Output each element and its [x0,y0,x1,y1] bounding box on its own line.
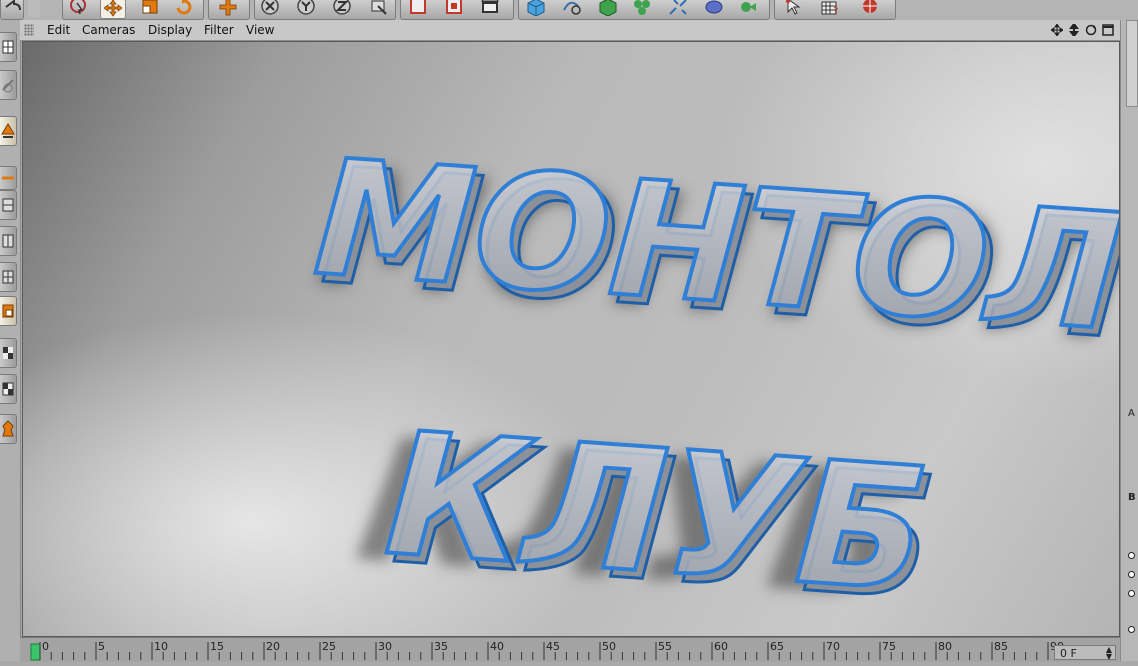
timeline[interactable]: 051015202530354045505560657075808590 0 F… [20,637,1120,662]
timeline-tick-label: 80 [938,640,952,653]
edges-mode-icon[interactable] [0,166,17,190]
polygons-mode-icon[interactable] [0,190,17,220]
workplane-icon[interactable] [0,296,17,326]
nurbs-subdivision-icon[interactable] [596,0,620,17]
render-view-icon[interactable] [406,0,430,17]
snap-checker-icon[interactable] [0,374,17,404]
sculpt-figure-icon[interactable] [0,414,17,444]
menu-cameras[interactable]: Cameras [82,23,135,37]
x-axis-lock-icon[interactable] [258,0,282,17]
light-camera-icon[interactable] [736,0,760,17]
frame-stepper-icon[interactable]: ▲ ▼ [1106,646,1112,661]
timeline-tick-label: 15 [210,640,224,653]
menu-display[interactable]: Display [148,23,192,37]
timeline-tick-label: 50 [602,640,616,653]
rotate-icon[interactable] [172,0,196,17]
spline-pen-icon[interactable] [560,0,584,17]
timeline-ruler[interactable]: 051015202530354045505560657075808590 [28,638,1070,662]
3d-text: МОНТОЛ КЛУБ [307,122,1119,633]
selection-arrow-icon[interactable] [782,0,806,17]
timeline-tick-label: 30 [378,640,392,653]
current-frame-value: 0 F [1060,647,1077,660]
maximize-view-icon[interactable] [1101,23,1114,36]
attributes-tab-label[interactable]: A [1128,408,1135,419]
z-axis-lock-icon[interactable] [330,0,354,17]
timeline-tick-label: 35 [434,640,448,653]
timeline-tick-label: 60 [714,640,728,653]
right-panel-scrollbar[interactable] [1126,20,1138,107]
3d-viewport[interactable]: МОНТОЛ КЛУБ МОНТОЛ КЛУБ МОНТОЛ КЛУБ [22,41,1120,637]
model-mode-icon[interactable] [0,32,17,62]
menu-edit[interactable]: Edit [47,23,70,37]
viewport-menubar: Edit Cameras Display Filter View [20,20,1120,41]
checker-texture-icon[interactable] [0,338,17,368]
texture-grid-icon[interactable]: ? [818,0,842,17]
timeline-tick-label: 0 [42,640,49,653]
basic-tab-label[interactable]: B [1128,492,1136,503]
render-picture-queue-icon[interactable] [442,0,466,17]
timeline-tick-label: 55 [658,640,672,653]
timeline-tick-label: 70 [826,640,840,653]
scene-environment-icon[interactable] [702,0,726,17]
help-globe-icon[interactable] [858,0,882,17]
add-object-icon[interactable] [216,0,240,17]
y-axis-lock-icon[interactable] [294,0,318,17]
radio-option-2[interactable] [1128,571,1135,578]
left-toolbar [0,20,21,661]
undo-icon[interactable] [0,0,24,17]
scale-icon[interactable] [138,0,162,17]
timeline-ticks: 051015202530354045505560657075808590 [30,640,1064,661]
scene-render: МОНТОЛ КЛУБ МОНТОЛ КЛУБ МОНТОЛ КЛУБ [307,122,1119,636]
points-mode-icon[interactable] [0,116,17,146]
text-line1-montol: МОНТОЛ [309,124,1119,367]
current-frame-field[interactable]: 0 F ▲ ▼ [1054,645,1116,661]
object-axis-icon[interactable] [0,262,17,292]
radio-option-3[interactable] [1128,590,1135,597]
timeline-tick-label: 40 [490,640,504,653]
timeline-tick-label: 20 [266,640,280,653]
viewport-grip-handle[interactable] [24,24,34,36]
texture-mode-icon[interactable] [0,70,17,100]
timeline-tick-label: 25 [322,640,336,653]
radio-option-4[interactable] [1128,626,1135,633]
main-toolbar: ? [0,0,1138,21]
deformer-icon[interactable] [666,0,690,17]
timeline-tick-label: 10 [154,640,168,653]
text-line2-klub: КЛУБ [380,396,933,631]
viewport-nav-tools [1050,23,1114,36]
pan-view-icon[interactable] [1050,23,1063,36]
right-panel: A B [1120,20,1138,661]
live-selection-icon[interactable] [66,0,90,17]
timeline-tick-label: 75 [882,640,896,653]
axis-mode-icon[interactable] [0,226,17,256]
array-cloner-icon[interactable] [630,0,654,17]
zoom-view-icon[interactable] [1067,23,1080,36]
timeline-tick-label: 85 [994,640,1008,653]
timeline-tick-label: 65 [770,640,784,653]
coordinate-system-icon[interactable] [366,0,390,17]
toolbar-separator [28,0,40,17]
menu-view[interactable]: View [246,23,274,37]
move-icon[interactable] [100,0,126,19]
timeline-tick-label: 45 [546,640,560,653]
edit-render-settings-icon[interactable] [478,0,502,17]
cube-object-icon[interactable] [524,0,548,17]
current-frame-marker[interactable] [30,643,41,661]
timeline-tick-label: 5 [98,640,105,653]
menu-filter[interactable]: Filter [204,23,234,37]
rotate-view-icon[interactable] [1084,23,1097,36]
svg-text:?: ? [833,6,838,16]
radio-option-1[interactable] [1128,552,1135,559]
